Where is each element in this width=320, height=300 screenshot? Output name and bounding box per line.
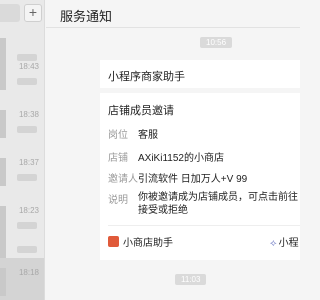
chat-preview <box>17 78 37 85</box>
chat-list-item[interactable]: 18:38 <box>0 100 44 148</box>
chat-time: 18:23 <box>18 206 39 215</box>
avatar <box>0 268 6 296</box>
shop-icon <box>108 236 119 247</box>
field-inviter: 邀请人 引流软件 日加万人+V 99 <box>108 170 298 185</box>
invitation-card[interactable]: 店铺成员邀请 岗位 客服 店铺 AXiKi1152的小商店 邀请人 引流软件 日… <box>100 93 300 260</box>
timestamp-pill: 11:03 <box>175 274 207 285</box>
sender-name: 小程序商家助手 <box>108 71 185 83</box>
chat-time: 18:37 <box>18 158 39 167</box>
chat-preview <box>17 174 37 181</box>
sender-card[interactable]: 小程序商家助手 <box>100 60 300 88</box>
chat-list-item[interactable]: 18:43 <box>0 52 44 100</box>
mini-shop-assistant-link[interactable]: 小商店助手 <box>108 234 173 249</box>
chat-time: 18:38 <box>18 110 39 119</box>
field-value: AXiKi1152的小商店 <box>138 153 224 164</box>
avatar <box>0 230 6 258</box>
divider <box>108 225 300 226</box>
chat-list-panel: + 18:43 18:38 18:37 18:23 18:18 <box>0 0 45 300</box>
field-value: 客服 <box>138 130 158 141</box>
footer-right-label: 小程 <box>278 238 299 249</box>
chat-time: 18:18 <box>18 268 39 277</box>
timestamp-pill: 10:56 <box>200 37 233 48</box>
chat-title: 服务通知 <box>60 9 113 24</box>
add-button[interactable]: + <box>24 4 42 22</box>
field-position: 岗位 客服 <box>108 126 298 141</box>
chat-preview <box>17 126 37 133</box>
field-label: 邀请人 <box>108 174 138 185</box>
search-input[interactable] <box>0 4 20 22</box>
field-label: 说明 <box>108 195 128 206</box>
mini-program-link[interactable]: ⟡ 小程 <box>270 234 299 249</box>
field-shop: 店铺 AXiKi1152的小商店 <box>108 149 298 164</box>
chat-preview <box>17 284 37 291</box>
chat-preview <box>17 246 37 253</box>
chat-list-item[interactable]: 18:37 <box>0 148 44 196</box>
field-value: 你被邀请成为店铺成员，可点击前往接受或拒绝 <box>138 192 298 216</box>
chat-time: 18:43 <box>18 62 39 71</box>
card-title: 店铺成员邀请 <box>108 105 174 117</box>
field-label: 岗位 <box>108 130 128 141</box>
link-icon: ⟡ <box>270 238 277 249</box>
chat-header: 服务通知 <box>46 0 300 28</box>
avatar <box>0 158 6 186</box>
field-label: 店铺 <box>108 153 128 164</box>
field-value: 引流软件 日加万人+V 99 <box>138 174 248 185</box>
avatar <box>0 110 6 138</box>
avatar <box>0 62 6 90</box>
footer-label: 小商店助手 <box>123 238 173 249</box>
field-description: 说明 你被邀请成为店铺成员，可点击前往接受或拒绝 <box>108 191 303 219</box>
chat-list-item-active[interactable]: 18:18 <box>0 258 44 300</box>
